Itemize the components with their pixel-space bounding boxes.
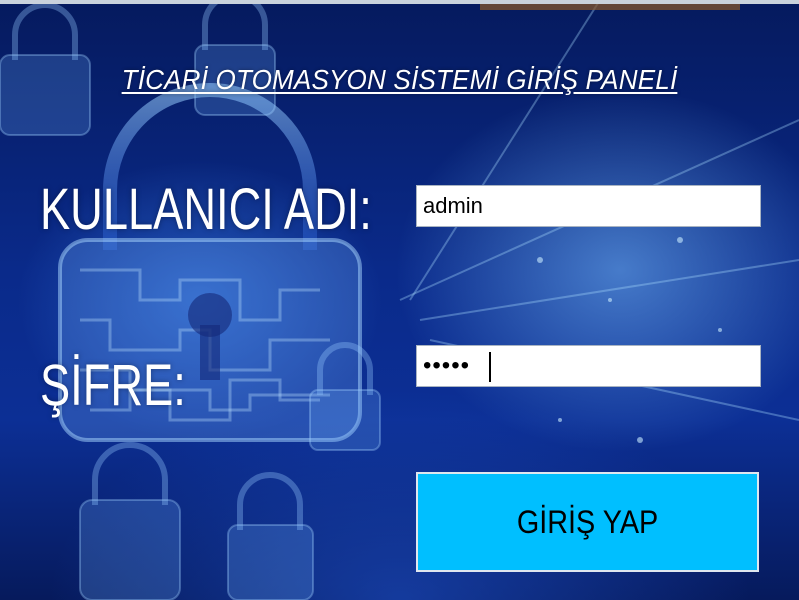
page-title: TİCARİ OTOMASYON SİSTEMİ GİRİŞ PANELİ [121,64,678,95]
window-top-border [0,0,799,4]
password-field[interactable] [416,345,761,387]
login-button[interactable]: GİRİŞ YAP [416,472,759,572]
username-label: KULLANICI ADI: [40,177,372,242]
password-label: ŞİFRE: [40,353,186,418]
username-field[interactable] [416,185,761,227]
login-button-label: GİRİŞ YAP [516,503,659,540]
text-caret [489,352,491,382]
